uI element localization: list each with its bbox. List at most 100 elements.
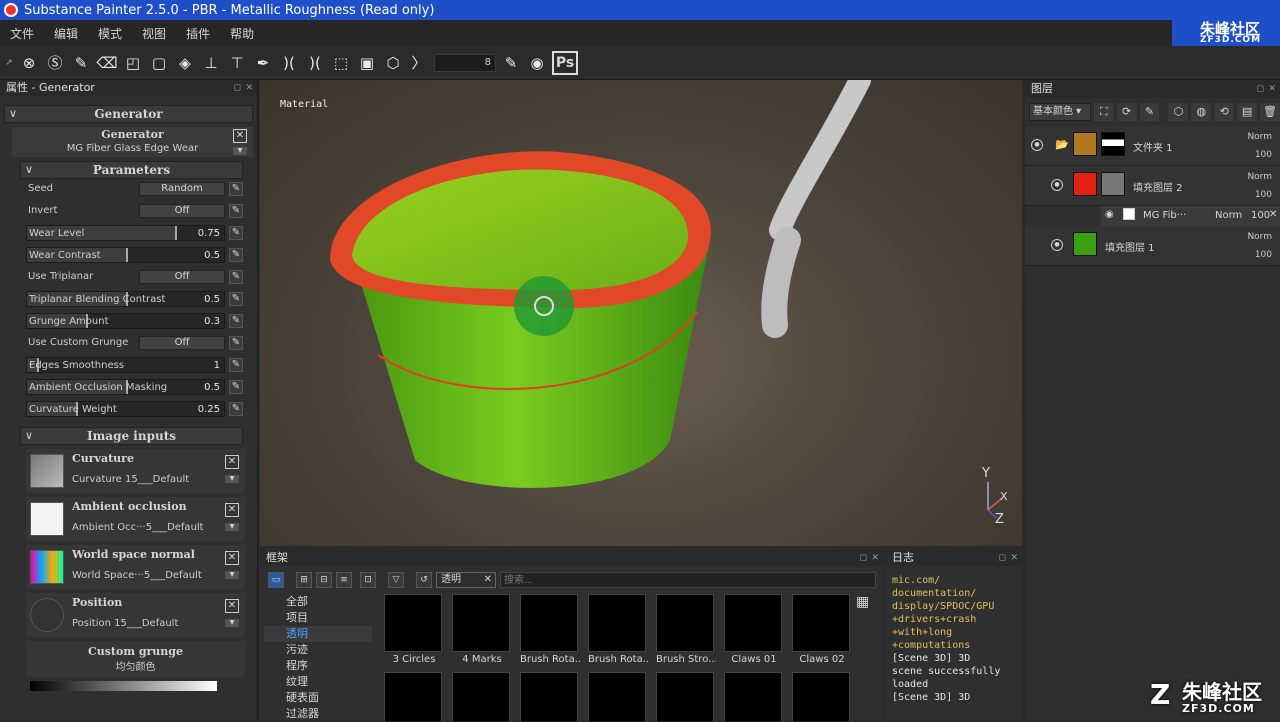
visibility-eye-icon[interactable]: ● [1031, 139, 1043, 151]
shelf-tile[interactable]: Brush Rota... [588, 594, 648, 672]
shelf-tile[interactable]: Brush Stro... [656, 594, 716, 672]
param-slider[interactable]: Ambient Occlusion Masking 0.5 [26, 379, 225, 395]
dropdown-icon[interactable]: ▼ [225, 475, 239, 483]
paint-brush-icon[interactable]: ✎ [70, 51, 92, 75]
pin-icon[interactable]: ◻ [860, 550, 867, 566]
image-input-slot[interactable]: Ambient occlusion Ambient Occ···5___Defa… [26, 497, 245, 541]
shelf-tile-partial[interactable] [520, 672, 580, 721]
shelf-tile-partial[interactable] [656, 672, 716, 721]
filter-tag[interactable]: 透明 ✕ [436, 572, 496, 588]
dropdown-icon[interactable]: ▼ [225, 571, 239, 579]
layer-effect-generator[interactable]: ◉ MG Fib··· Norm 100 ✕ [1101, 206, 1280, 226]
shelf-tile[interactable]: Claws 02 [792, 594, 852, 672]
category-grunge[interactable]: 污迹 [264, 642, 372, 658]
shelf-tile[interactable]: 4 Marks [452, 594, 512, 672]
cube-icon[interactable]: ⬡ [382, 51, 404, 75]
slider-knob[interactable] [125, 248, 128, 262]
shelf-tile-partial[interactable] [452, 672, 512, 721]
param-slider[interactable]: Curvature Weight 0.25 [26, 401, 225, 417]
photoshop-export-button[interactable]: Ps [552, 50, 578, 75]
trash-icon[interactable]: 🗑 [1260, 103, 1280, 121]
generator-selector[interactable]: Generator MG Fiber Glass Edge Wear ✕ ▼ [12, 127, 253, 157]
remove-icon[interactable]: ✕ [225, 599, 239, 613]
menu-file[interactable]: 文件 [0, 25, 44, 42]
opacity-value[interactable]: 100 [1255, 190, 1272, 200]
clone-stamp-icon[interactable]: ⊥ [200, 51, 222, 75]
remove-icon[interactable]: ✕ [225, 551, 239, 565]
bracket-left-icon[interactable]: )( [278, 51, 300, 75]
symmetry-icon[interactable]: ⊗ [18, 51, 40, 75]
add-fill-icon[interactable]: ◍ [1191, 103, 1212, 121]
edit-pen-icon[interactable]: ✎ [229, 270, 243, 284]
param-slider[interactable]: Wear Contrast 0.5 [26, 247, 225, 263]
menu-mode[interactable]: 模式 [88, 25, 132, 42]
shelf-tile-partial[interactable] [724, 672, 784, 721]
close-icon[interactable]: ✕ [484, 573, 492, 587]
opacity-value[interactable]: 100 [1255, 250, 1272, 260]
material-picker-icon[interactable]: ⊤ [226, 51, 248, 75]
menu-view[interactable]: 视图 [132, 25, 176, 42]
shelf-tile-partial[interactable] [384, 672, 444, 721]
shelf-tile-partial[interactable] [588, 672, 648, 721]
blend-mode[interactable]: Norm [1247, 132, 1272, 142]
list-icon[interactable]: ≡ [336, 572, 352, 588]
shelf-search-input[interactable] [500, 572, 876, 588]
remove-icon[interactable]: ✕ [225, 503, 239, 517]
close-icon[interactable]: ✕ [871, 550, 879, 566]
slider-knob[interactable] [174, 226, 177, 240]
blend-mode[interactable]: Norm [1247, 172, 1272, 182]
blend-mode[interactable]: Norm [1215, 210, 1242, 221]
remove-icon[interactable]: ✕ [225, 455, 239, 469]
image-input-thumbnail[interactable] [30, 598, 64, 632]
shelf-tile-partial[interactable] [792, 672, 852, 721]
opacity-value[interactable]: 100 [1251, 210, 1270, 221]
layer-fill-2[interactable]: ● 填充图层 2 Norm 100 [1025, 166, 1280, 206]
edit-pen-icon[interactable]: ✎ [229, 380, 243, 394]
category-procedural[interactable]: 程序 [264, 658, 372, 674]
category-alpha[interactable]: 透明 [264, 626, 372, 642]
screenshot-icon[interactable]: ◉ [526, 51, 548, 75]
close-icon[interactable]: ✕ [1269, 209, 1277, 220]
remove-icon[interactable]: ✕ [233, 129, 247, 143]
menu-help[interactable]: 帮助 [220, 25, 264, 42]
param-toggle-button[interactable]: Off [139, 204, 225, 218]
edit-pen-icon[interactable]: ✎ [229, 248, 243, 262]
category-hard-surface[interactable]: 硬表面 [264, 690, 372, 706]
color-picker-icon[interactable]: ✒ [252, 51, 274, 75]
visibility-eye-icon[interactable]: ● [1051, 179, 1063, 191]
shelf-tile[interactable]: Brush Rota... [520, 594, 580, 672]
visibility-eye-icon[interactable]: ● [1051, 239, 1063, 251]
close-icon[interactable]: ✕ [1268, 80, 1276, 98]
filter-icon[interactable]: ▽ [388, 572, 404, 588]
edit-pen-icon[interactable]: ✎ [229, 402, 243, 416]
shelf-tile[interactable]: 3 Circles [384, 594, 444, 672]
param-toggle-button[interactable]: Off [139, 336, 225, 350]
pin-icon[interactable]: ◻ [999, 550, 1006, 566]
param-slider[interactable]: Wear Level 0.75 [26, 225, 225, 241]
param-toggle-button[interactable]: Off [139, 270, 225, 284]
channel-select[interactable]: 基本颜色 ▾ [1029, 103, 1091, 121]
grid-view-icon[interactable]: ▦ [856, 594, 869, 610]
substance-icon[interactable]: Ⓢ [44, 51, 66, 75]
visibility-eye-icon[interactable]: ◉ [1105, 209, 1114, 220]
polygon-fill-icon[interactable]: ▢ [148, 51, 170, 75]
grunge-gradient-bar[interactable] [30, 681, 217, 691]
param-slider[interactable]: Grunge Amount 0.3 [26, 313, 225, 329]
edit-pen-icon[interactable]: ✎ [229, 336, 243, 350]
image-inputs-section[interactable]: ∨ Image inputs [20, 427, 243, 445]
param-slider[interactable]: Edges Smoothness 1 [26, 357, 225, 373]
layer-fill-1[interactable]: ● 填充图层 1 Norm 100 [1025, 226, 1280, 266]
dropdown-icon[interactable]: ▼ [233, 147, 247, 155]
category-all[interactable]: 全部 [264, 594, 372, 610]
angle-icon[interactable]: 〉 [408, 51, 430, 75]
parameters-section[interactable]: ∨ Parameters [20, 161, 243, 179]
edit-pen-icon[interactable]: ✎ [229, 358, 243, 372]
edit-pen-icon[interactable]: ✎ [229, 292, 243, 306]
expand-icon[interactable]: ↗ [4, 51, 14, 75]
cube-view-icon[interactable]: ⬚ [330, 51, 352, 75]
dropdown-icon[interactable]: ▼ [225, 619, 239, 627]
new-icon[interactable]: ⊞ [296, 572, 312, 588]
edit-pen-icon[interactable]: ✎ [229, 182, 243, 196]
add-effect-icon[interactable]: ⬡ [1168, 103, 1189, 121]
custom-grunge-box[interactable]: Custom grunge 均匀颜色 [26, 641, 245, 677]
